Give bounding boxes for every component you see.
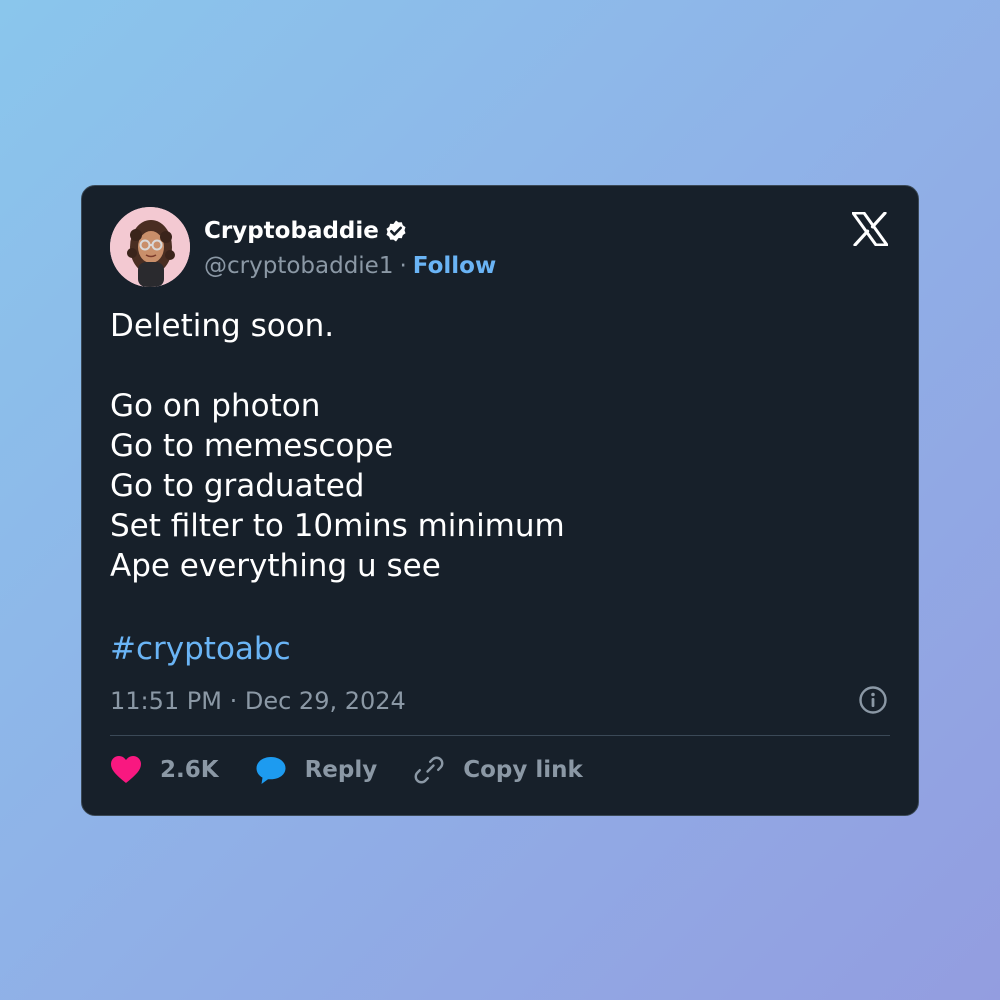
author-display-name[interactable]: Cryptobaddie <box>204 218 379 244</box>
x-logo-icon[interactable] <box>851 211 889 247</box>
copy-link-button[interactable]: Copy link <box>413 754 583 786</box>
info-icon[interactable] <box>858 685 888 715</box>
tweet-line: Go to graduated <box>110 468 365 504</box>
tweet-line: Ape everything u see <box>110 548 441 584</box>
verified-badge-icon <box>384 219 408 243</box>
speech-bubble-icon <box>256 757 286 784</box>
tweet-line: Go on photon <box>110 388 321 424</box>
avatar[interactable] <box>110 207 190 287</box>
reply-label: Reply <box>304 757 378 783</box>
tweet-line: Deleting soon. <box>110 308 335 344</box>
avatar-illustration-icon <box>110 207 190 287</box>
like-button[interactable]: 2.6K <box>110 755 219 785</box>
heart-icon <box>111 756 141 783</box>
link-icon <box>414 756 444 784</box>
author-handle[interactable]: @cryptobaddie1 <box>204 253 393 279</box>
like-count: 2.6K <box>160 757 219 783</box>
copy-link-label: Copy link <box>463 757 583 783</box>
tweet-line: Go to memescope <box>110 428 394 464</box>
tweet-line <box>110 346 890 386</box>
author-handle-row: @cryptobaddie1 · Follow <box>204 249 496 283</box>
tweet-line: Set filter to 10mins minimum <box>110 508 565 544</box>
author-name-row: Cryptobaddie <box>204 214 408 248</box>
tweet-body: Deleting soon. Go on photon Go to memesc… <box>110 306 890 586</box>
reply-button[interactable]: Reply <box>255 755 378 785</box>
action-bar: 2.6K Reply Copy link <box>110 750 619 790</box>
follow-button[interactable]: Follow <box>413 253 496 279</box>
tweet-card: Cryptobaddie @cryptobaddie1 · Follow Del… <box>81 185 919 816</box>
separator-dot: · <box>399 253 407 279</box>
tweet-timestamp[interactable]: 11:51 PM · Dec 29, 2024 <box>110 684 406 718</box>
divider <box>110 735 890 736</box>
hashtag-link[interactable]: #cryptoabc <box>110 629 291 669</box>
